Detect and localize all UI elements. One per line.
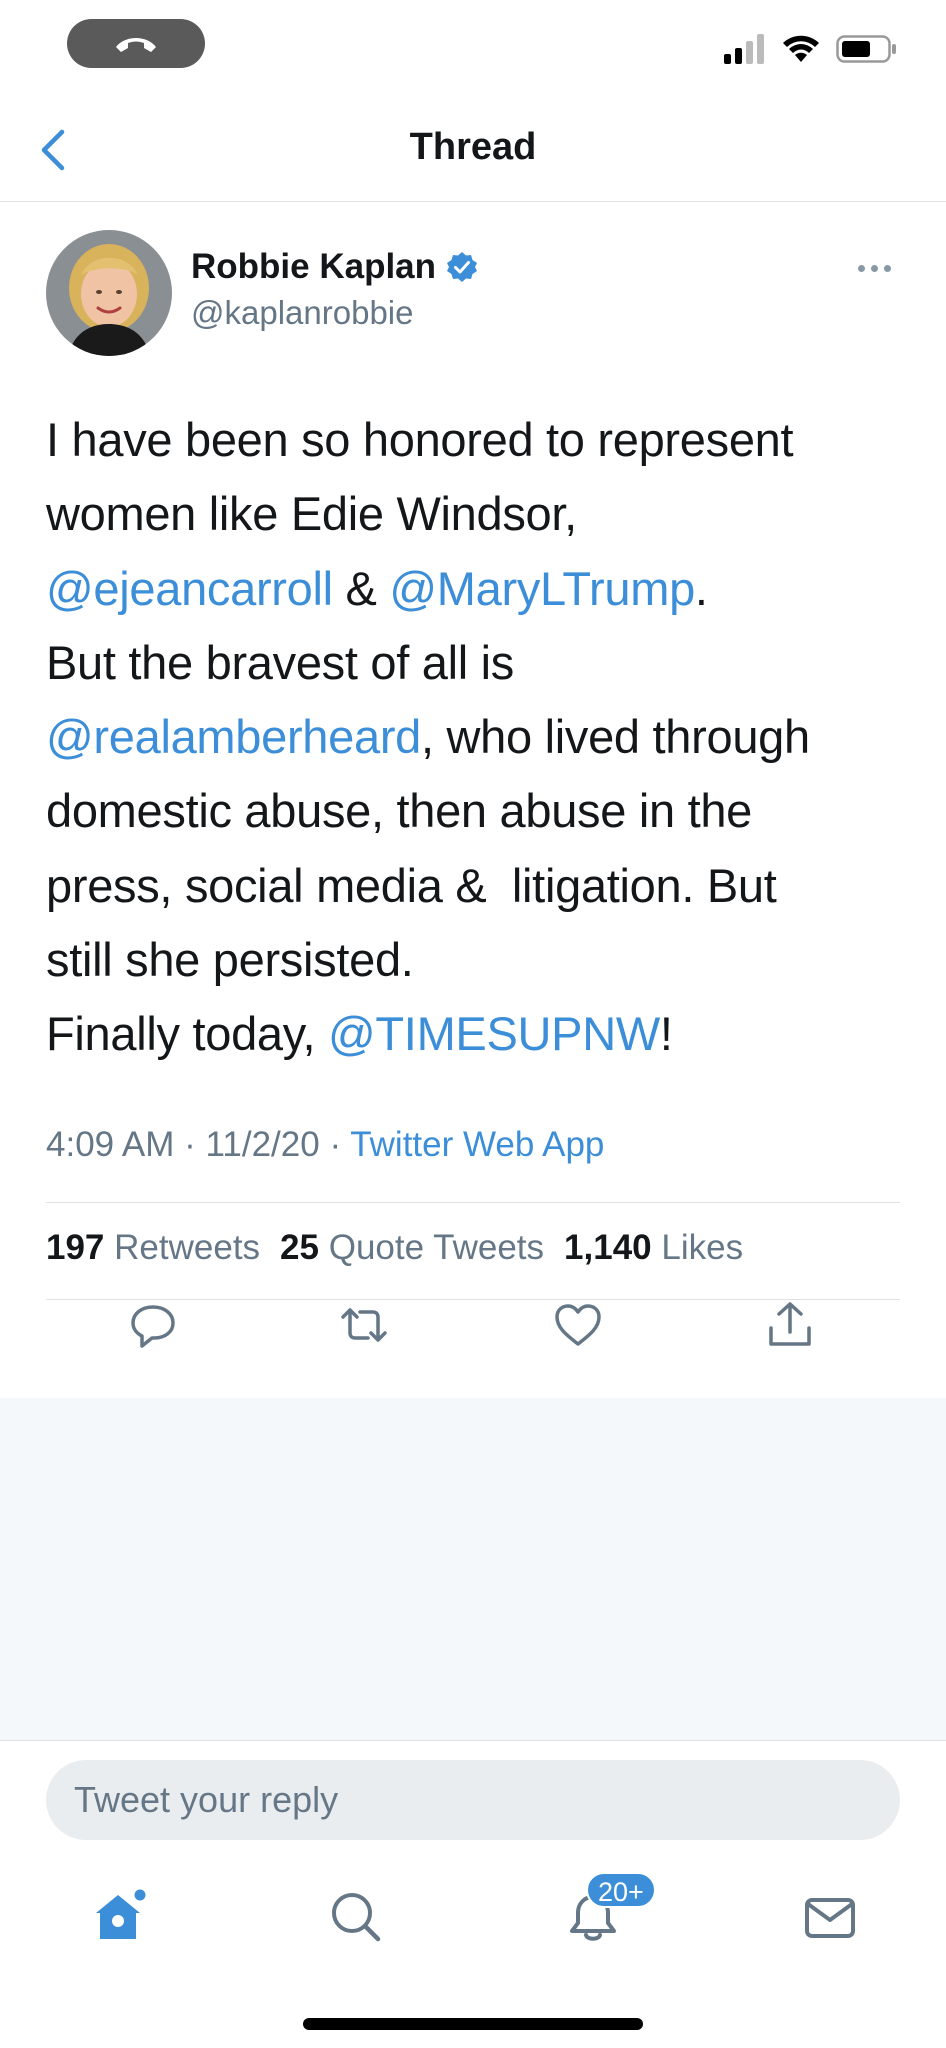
- more-dot-icon: [871, 264, 878, 272]
- search-icon: [332, 1893, 381, 1942]
- phone-icon: [116, 37, 156, 52]
- tweet-text-line: Finally today, @TIMESUPNW!: [46, 997, 906, 1071]
- status-icons: [724, 34, 898, 64]
- mention-link[interactable]: @realamberheard: [46, 710, 421, 763]
- home-indicator: [303, 2018, 643, 2030]
- likes-count: 1,140: [564, 1228, 652, 1267]
- notifications-badge: 20+: [586, 1872, 656, 1908]
- tweet-text-segment: press, social media & litigation. But: [46, 858, 777, 912]
- reply-icon: [131, 1305, 175, 1348]
- wifi-icon: [783, 35, 819, 62]
- tweet-time: 4:09 AM: [46, 1125, 175, 1164]
- tweet-date: 11/2/20: [205, 1125, 320, 1164]
- mail-icon: [805, 1898, 855, 1938]
- tweet-text: I have been so honored to represent women…: [46, 403, 906, 1072]
- tab-messages[interactable]: [802, 1889, 858, 1945]
- active-call-pill[interactable]: [67, 19, 205, 68]
- tweet-text-segment: still she persisted.: [46, 933, 414, 987]
- verified-badge-icon: [447, 252, 478, 282]
- tweet-text-line: still she persisted.: [46, 923, 906, 997]
- thread-header: Thread: [0, 100, 946, 202]
- likes-stat[interactable]: 1,140 Likes: [564, 1228, 743, 1268]
- avatar-image: [46, 230, 172, 356]
- tweet-text-segment: .: [694, 561, 708, 615]
- tweet-meta: 4:09 AM · 11/2/20 · Twitter Web App: [46, 1125, 604, 1165]
- divider: [46, 1202, 900, 1203]
- retweet-button[interactable]: [339, 1300, 389, 1350]
- retweets-count: 197: [46, 1228, 105, 1267]
- more-dot-icon: [858, 264, 865, 272]
- retweets-label: Retweets: [114, 1228, 261, 1267]
- like-button[interactable]: [553, 1300, 603, 1350]
- tweet-text-segment: But the bravest of all is: [46, 635, 514, 689]
- mention-link[interactable]: @TIMESUPNW: [328, 1007, 660, 1060]
- share-button[interactable]: [765, 1300, 815, 1350]
- author-name[interactable]: Robbie Kaplan: [191, 247, 478, 287]
- tab-home[interactable]: [92, 1889, 148, 1945]
- avatar[interactable]: [46, 230, 172, 356]
- author-handle[interactable]: @kaplanrobbie: [191, 294, 413, 332]
- tweet-text-segment: &: [332, 561, 390, 615]
- page-title: Thread: [409, 126, 537, 168]
- tweet-text-line: press, social media & litigation. But: [46, 849, 906, 923]
- quote-tweets-label: Quote Tweets: [328, 1228, 545, 1267]
- bottom-area: Tweet your reply 20+: [0, 1740, 946, 2048]
- reply-button[interactable]: [128, 1300, 178, 1350]
- retweets-stat[interactable]: 197 Retweets: [46, 1228, 260, 1268]
- author-name-text: Robbie Kaplan: [191, 247, 437, 286]
- heart-icon: [555, 1304, 601, 1346]
- more-options-button[interactable]: [858, 258, 898, 278]
- tab-search[interactable]: [328, 1889, 384, 1945]
- reply-input[interactable]: Tweet your reply: [46, 1760, 900, 1840]
- tweet-text-segment: domestic abuse, then abuse in the: [46, 784, 753, 838]
- tweet-text-segment: I have been so honored to represent: [46, 413, 794, 466]
- tweet-text-segment: Finally today,: [46, 1007, 328, 1061]
- cellular-signal-icon: [724, 34, 764, 64]
- home-icon: [96, 1889, 146, 1939]
- share-icon: [769, 1302, 811, 1346]
- tweet-source-link[interactable]: Twitter Web App: [350, 1125, 604, 1164]
- tweet-text-line: @realamberheard, who lived through: [46, 700, 906, 774]
- tweet-text-line: I have been so honored to represent: [46, 403, 906, 477]
- tweet-text-segment: women like Edie Windsor,: [46, 487, 577, 541]
- likes-label: Likes: [661, 1228, 744, 1267]
- tweet-text-line: But the bravest of all is: [46, 626, 906, 700]
- mention-link[interactable]: @ejeancarroll: [46, 562, 333, 615]
- mention-link[interactable]: @MaryLTrump: [389, 562, 695, 615]
- tweet-text-segment: !: [659, 1007, 673, 1061]
- meta-separator: ·: [174, 1125, 206, 1164]
- tweet-stats: 197 Retweets 25 Quote Tweets 1,140 Likes: [46, 1228, 743, 1268]
- status-bar: [0, 0, 946, 100]
- tweet-text-segment: , who lived through: [421, 710, 810, 764]
- tweet-text-line: women like Edie Windsor,: [46, 477, 906, 551]
- meta-separator: ·: [319, 1125, 351, 1164]
- retweet-icon: [341, 1308, 387, 1342]
- quote-tweets-stat[interactable]: 25 Quote Tweets: [280, 1228, 544, 1268]
- battery-icon: [836, 35, 896, 63]
- more-dot-icon: [884, 264, 891, 272]
- tweet-text-line: @ejeancarroll & @MaryLTrump.: [46, 552, 906, 626]
- tweet-text-line: domestic abuse, then abuse in the: [46, 774, 906, 848]
- quote-tweets-count: 25: [280, 1228, 319, 1267]
- thread-empty-area: [0, 1398, 946, 1740]
